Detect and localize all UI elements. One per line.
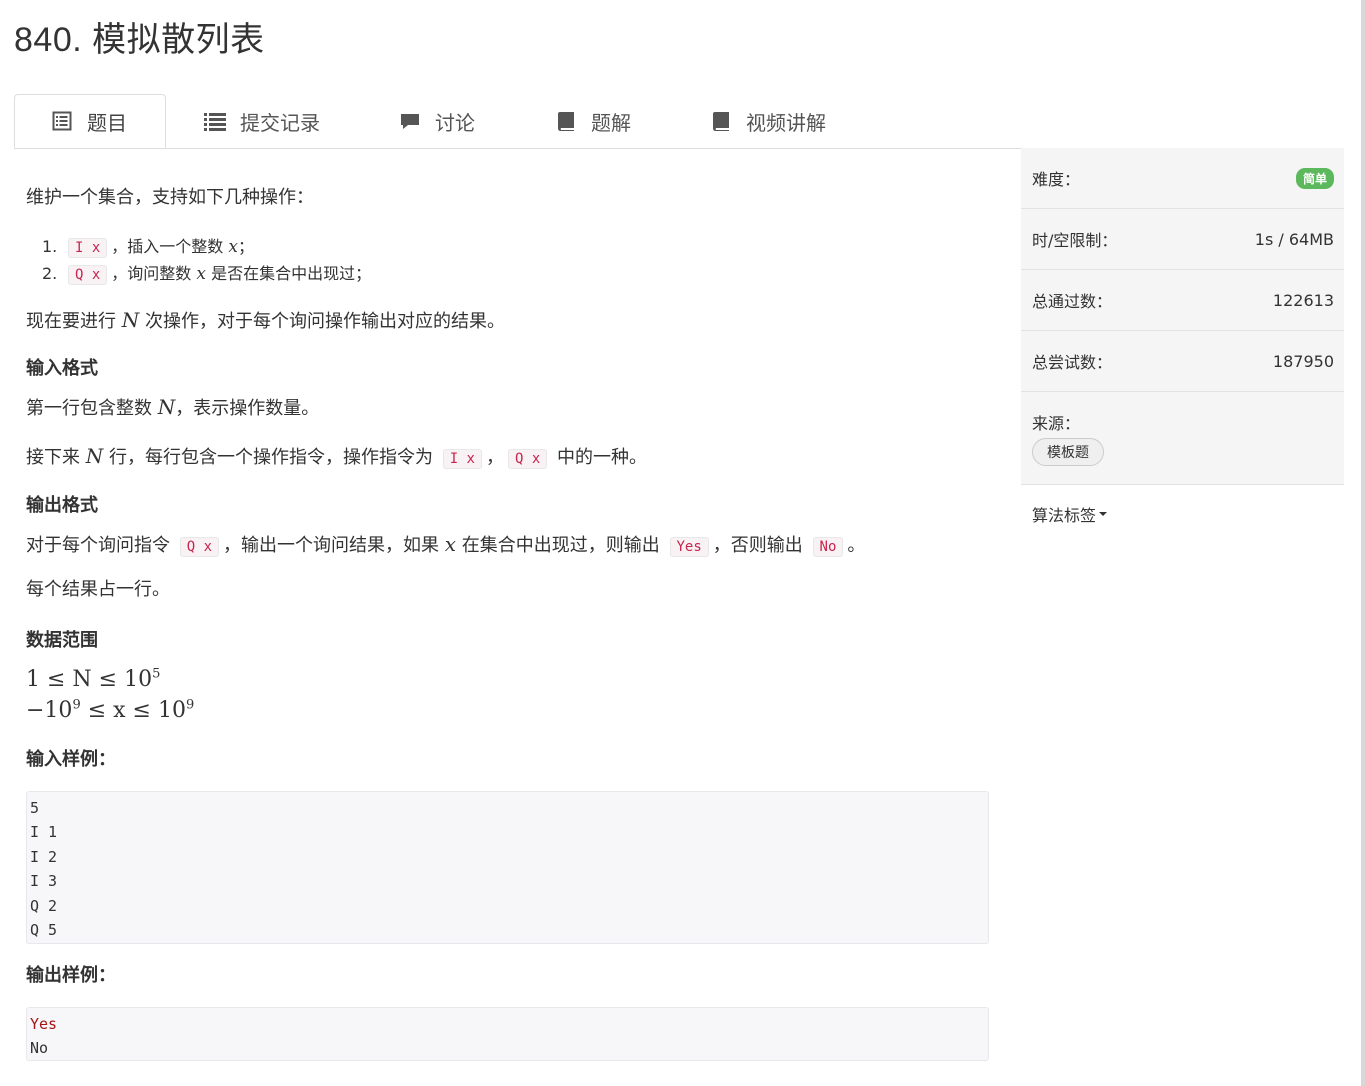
source-row: 来源： 模板题 (1021, 392, 1344, 485)
math-var: N (85, 444, 104, 468)
tab-label: 视频讲解 (746, 110, 826, 135)
comment-icon (399, 110, 421, 132)
sample-input-heading: 输入样例： (26, 749, 116, 770)
difficulty-label: 难度： (1032, 170, 1081, 189)
math-var: x (444, 532, 457, 556)
tab-label: 题解 (591, 110, 631, 135)
tried-label: 总尝试数： (1032, 353, 1113, 372)
sample-input-block[interactable]: 5 I 1 I 2 I 3 Q 2 Q 5 (26, 791, 989, 944)
book-icon (555, 110, 577, 132)
range-line-2: −109 ≤ x ≤ 109 (26, 697, 195, 723)
math-var: x (228, 237, 238, 257)
tab-problem[interactable]: 题目 (14, 94, 166, 148)
input-format-heading: 输入格式 (26, 358, 98, 379)
source-tag[interactable]: 模板题 (1032, 438, 1104, 466)
task-text: 现在要进行 N 次操作，对于每个询问操作输出对应的结果。 (26, 308, 505, 332)
list-alt-icon (51, 110, 73, 132)
caret-down-icon (1099, 512, 1108, 516)
inline-code: Q x (507, 449, 548, 469)
tab-solutions[interactable]: 题解 (555, 94, 631, 148)
difficulty-badge: 简单 (1295, 167, 1334, 189)
code-line: Q 5 (30, 921, 58, 940)
limit-label: 时/空限制： (1032, 231, 1118, 250)
code-line: I 2 (30, 847, 58, 866)
output-line-2: 每个结果占一行。 (26, 579, 170, 600)
tab-label: 题目 (87, 110, 127, 135)
inline-code: I x (442, 449, 482, 469)
tab-label: 讨论 (435, 110, 475, 135)
algorithm-tags-toggle[interactable]: 算法标签 (1021, 485, 1344, 543)
tab-bar: 题目 提交记录 讨论 题解 视频讲解 (14, 94, 1344, 149)
code-line: Q 2 (30, 896, 58, 915)
passed-label: 总通过数： (1032, 292, 1113, 311)
tried-value: 187950 (1272, 351, 1334, 371)
tab-label: 提交记录 (240, 110, 320, 135)
problem-info-sidebar: 难度： 简单 时/空限制： 1s / 64MB 总通过数： 122613 总尝试… (1021, 148, 1344, 543)
algorithm-tags-label: 算法标签 (1032, 506, 1097, 525)
source-label: 来源： (1032, 414, 1081, 433)
tab-submissions[interactable]: 提交记录 (204, 94, 320, 148)
list-icon (204, 110, 226, 132)
code-line: I 1 (30, 823, 58, 842)
code-line: 5 (30, 799, 40, 817)
difficulty-row: 难度： 简单 (1021, 148, 1344, 209)
page-scrollbar[interactable] (1361, 0, 1365, 1086)
output-line-1: 对于每个询问指令 Q x ，输出一个询问结果，如果 x 在集合中出现过，则输出 Y… (26, 532, 866, 557)
book-icon (710, 110, 732, 132)
math-var: x (196, 264, 206, 284)
input-line-2: 接下来 N 行，每行包含一个操作指令，操作指令为 I x， Q x 中的一种。 (26, 444, 648, 469)
input-line-1: 第一行包含整数 N，表示操作数量。 (26, 395, 320, 419)
data-range-heading: 数据范围 (26, 630, 98, 651)
inline-code: I x (68, 238, 108, 258)
code-line: I 3 (30, 872, 58, 891)
code-line: No (30, 1039, 49, 1058)
math-var: N (121, 308, 140, 332)
tab-discussion[interactable]: 讨论 (399, 94, 475, 148)
limit-row: 时/空限制： 1s / 64MB (1021, 209, 1344, 270)
range-line-1: 1 ≤ N ≤ 105 (26, 666, 161, 692)
tried-row: 总尝试数： 187950 (1021, 331, 1344, 392)
math-var: N (157, 395, 176, 419)
list-item: 2. Q x ，询问整数 x 是否在集合中出现过； (42, 264, 372, 285)
inline-code: No (812, 537, 844, 557)
tab-video[interactable]: 视频讲解 (710, 94, 826, 148)
output-format-heading: 输出格式 (26, 495, 98, 516)
sample-output-heading: 输出样例： (26, 965, 116, 986)
inline-code: Yes (669, 537, 709, 557)
intro-text: 维护一个集合，支持如下几种操作： (26, 187, 314, 208)
passed-value: 122613 (1272, 290, 1334, 310)
list-item: 1. I x ，插入一个整数 x； (42, 237, 254, 258)
limit-value: 1s / 64MB (1254, 229, 1334, 249)
inline-code: Q x (68, 265, 108, 285)
sample-output-block[interactable]: Yes No (26, 1007, 989, 1061)
passed-row: 总通过数： 122613 (1021, 270, 1344, 331)
problem-title: 840. 模拟散列表 (14, 21, 265, 59)
inline-code: Q x (179, 537, 220, 557)
code-line: Yes (30, 1015, 58, 1033)
